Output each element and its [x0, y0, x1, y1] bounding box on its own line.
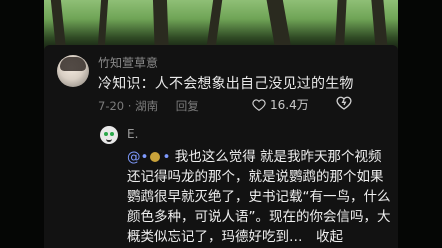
right-letterbox [398, 0, 442, 248]
like-count: 16.4万 [270, 98, 309, 112]
left-letterbox [0, 0, 44, 248]
reply-button[interactable]: 回复 [176, 99, 199, 113]
heart-outline-icon [252, 98, 266, 111]
commenter-username[interactable]: 竹知萱草意 [98, 54, 158, 71]
reply-text: @• • 我也这么觉得 就是我昨天那个视频还记得吗龙的那个，就是说鹦鹉的那个如果鹦… [127, 147, 395, 247]
reply-username[interactable]: E. [127, 127, 138, 141]
mention-emoji-icon [150, 152, 161, 162]
comment-text: 冷知识：人不会想象出自己没见过的生物 [98, 76, 354, 92]
comment-meta: 7-20 · 湖南 回复 [98, 98, 199, 114]
avatar-hair-shape [60, 57, 86, 71]
reply-avatar[interactable] [100, 126, 118, 144]
mention-prefix[interactable]: @• [127, 149, 148, 165]
mention-suffix[interactable]: • [162, 149, 170, 165]
meta-separator: · [127, 99, 132, 113]
broken-heart-icon[interactable] [336, 95, 352, 111]
comment-date: 7-20 [98, 99, 125, 113]
like-button[interactable]: 16.4万 [252, 96, 309, 113]
commenter-avatar[interactable] [57, 55, 89, 87]
comment-location: 湖南 [135, 99, 159, 113]
